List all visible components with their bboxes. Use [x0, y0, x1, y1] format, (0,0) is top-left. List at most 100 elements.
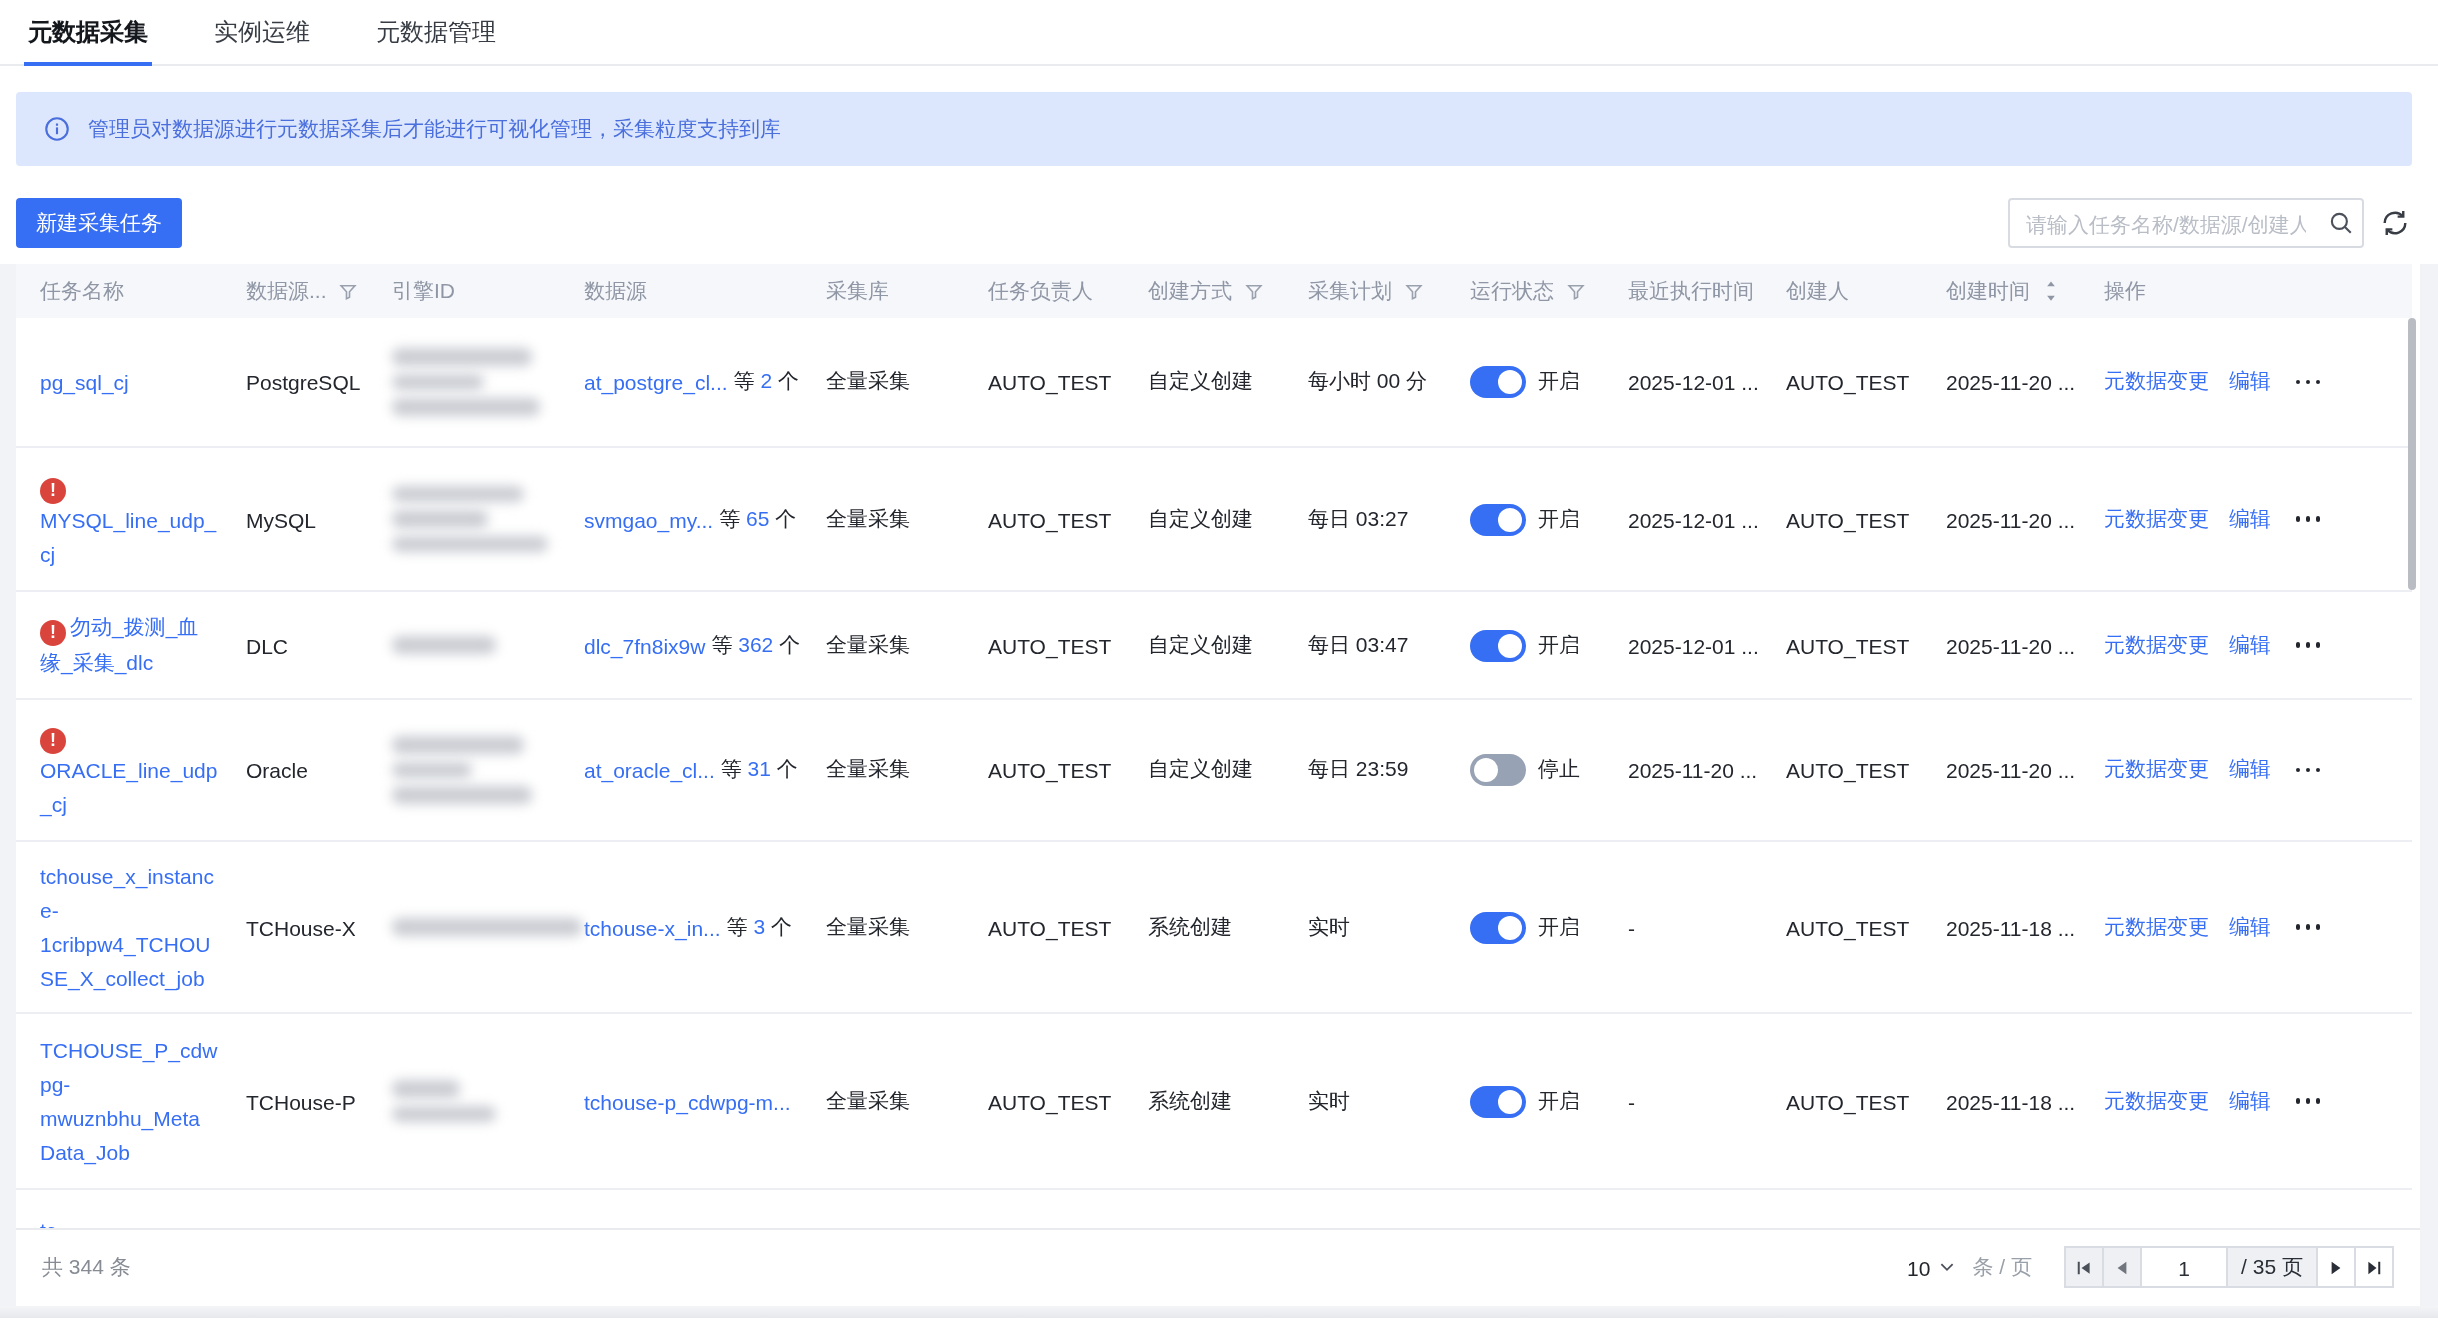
status-toggle[interactable] [1470, 503, 1526, 535]
first-page-button[interactable] [2064, 1246, 2104, 1288]
run-status-cell: 开启 [1446, 503, 1604, 535]
edit-link[interactable]: 编辑 [2229, 756, 2271, 784]
filter-icon[interactable] [339, 281, 359, 301]
column-label: 采集库 [826, 277, 889, 305]
actions-cell: 元数据变更编辑 [2080, 1087, 2396, 1115]
datasource-link[interactable]: svmgao_my... [584, 507, 713, 531]
metadata-change-link[interactable]: 元数据变更 [2104, 368, 2209, 396]
column-header: 创建人 [1762, 277, 1922, 305]
page-size-select[interactable]: 10 [1907, 1255, 1956, 1279]
filter-icon[interactable] [1566, 281, 1586, 301]
task-name-link[interactable]: tc... [40, 1214, 74, 1227]
task-owner-cell: AUTO_TEST [964, 370, 1124, 394]
status-label: 开启 [1538, 631, 1580, 659]
next-page-button[interactable] [2316, 1246, 2356, 1288]
status-label: 开启 [1538, 1087, 1580, 1115]
task-name-link[interactable]: !MYSQL_line_udp_ cj [40, 467, 222, 571]
last-page-button[interactable] [2354, 1246, 2394, 1288]
search-input[interactable] [2010, 211, 2318, 235]
filter-icon[interactable] [1244, 281, 1264, 301]
task-owner-cell: AUTO_TEST [964, 507, 1124, 531]
tab-1[interactable]: 元数据采集 [28, 0, 148, 64]
status-toggle[interactable] [1470, 1085, 1526, 1117]
last-run-cell: 2025-11-20 ... [1604, 758, 1762, 782]
metadata-change-link[interactable]: 元数据变更 [2104, 1087, 2209, 1115]
metadata-change-link[interactable]: 元数据变更 [2104, 913, 2209, 941]
column-header: 任务负责人 [964, 277, 1124, 305]
table-row: !ORACLE_line_udp _cjOracleat_oracle_cl..… [16, 700, 2412, 842]
table-header: 任务名称数据源...引擎ID数据源采集库任务负责人创建方式采集计划运行状态最近执… [16, 264, 2412, 318]
task-owner-cell: AUTO_TEST [964, 915, 1124, 939]
column-header: 数据源 [560, 277, 802, 305]
engine-id-redacted [392, 919, 582, 936]
more-actions-button[interactable] [2291, 639, 2324, 652]
datasource-cell: at_postgre_cl...等 2 个 [560, 368, 802, 396]
edit-link[interactable]: 编辑 [2229, 913, 2271, 941]
tab-3[interactable]: 元数据管理 [376, 0, 496, 64]
actions-cell: 元数据变更编辑 [2080, 631, 2396, 659]
datasource-count: 等 31 个 [721, 756, 798, 784]
column-header: 采集计划 [1284, 277, 1446, 305]
engine-id-cell [368, 911, 560, 944]
datasource-link[interactable]: tchouse-p_cdwpg-m... [584, 1089, 791, 1113]
metadata-change-link[interactable]: 元数据变更 [2104, 756, 2209, 784]
status-toggle[interactable] [1470, 911, 1526, 943]
task-name-link[interactable]: tchouse_x_instanc e- 1cribpw4_TCHOU SE_X… [40, 859, 222, 995]
tab-2[interactable]: 实例运维 [214, 0, 310, 64]
metadata-change-link[interactable]: 元数据变更 [2104, 505, 2209, 533]
edit-link[interactable]: 编辑 [2229, 368, 2271, 396]
create-mode-cell: 系统创建 [1124, 1087, 1284, 1115]
top-tabs: 元数据采集 实例运维 元数据管理 [0, 0, 2438, 66]
metadata-change-link[interactable]: 元数据变更 [2104, 631, 2209, 659]
datasource-count: 等 65 个 [719, 505, 796, 533]
alert-icon: ! [40, 620, 66, 646]
more-actions-button[interactable] [2291, 1095, 2324, 1108]
page-number: 1 [2178, 1255, 2190, 1279]
column-label: 数据源 [584, 277, 647, 305]
column-header: 引擎ID [368, 277, 560, 305]
engine-id-redacted [392, 637, 496, 654]
task-name-link[interactable]: !ORACLE_line_udp _cj [40, 718, 222, 822]
more-actions-button[interactable] [2291, 376, 2324, 389]
table-row-partial: tc... [16, 1190, 2412, 1227]
engine-id-redacted [392, 374, 484, 391]
engine-id-cell [368, 629, 560, 662]
task-name-link[interactable]: !勿动_拨测_血 缘_采集_dlc [40, 610, 222, 680]
status-toggle[interactable] [1470, 629, 1526, 661]
create-mode-cell: 自定义创建 [1124, 756, 1284, 784]
banner-text: 管理员对数据源进行元数据采集后才能进行可视化管理，采集粒度支持到库 [88, 115, 781, 143]
status-toggle[interactable] [1470, 754, 1526, 786]
page-input[interactable]: 1 [2140, 1246, 2228, 1288]
more-actions-button[interactable] [2291, 764, 2324, 777]
column-label: 最近执行时间 [1628, 277, 1754, 305]
creator-cell: AUTO_TEST [1762, 1089, 1922, 1113]
new-task-button[interactable]: 新建采集任务 [16, 198, 182, 248]
creator-cell: AUTO_TEST [1762, 633, 1922, 657]
filter-icon[interactable] [1404, 281, 1424, 301]
task-name-link[interactable]: TCHOUSE_P_cdw pg- mwuznbhu_Meta Data_Job [40, 1033, 222, 1169]
datasource-link[interactable]: at_oracle_cl... [584, 758, 715, 782]
prev-page-button[interactable] [2102, 1246, 2142, 1288]
sort-icon[interactable] [2042, 280, 2060, 302]
edit-link[interactable]: 编辑 [2229, 1087, 2271, 1115]
datasource-link[interactable]: tchouse-x_in... [584, 915, 721, 939]
more-actions-button[interactable] [2291, 921, 2324, 934]
chevron-down-icon [1938, 1258, 1956, 1276]
edit-link[interactable]: 编辑 [2229, 631, 2271, 659]
create-mode-cell: 系统创建 [1124, 913, 1284, 941]
task-name-link[interactable]: pg_sql_cj [40, 365, 222, 399]
datasource-link[interactable]: dlc_7fn8ix9w [584, 633, 705, 657]
actions-cell: 元数据变更编辑 [2080, 913, 2396, 941]
edit-link[interactable]: 编辑 [2229, 505, 2271, 533]
datasource-type-cell: TCHouse-X [222, 915, 368, 939]
info-icon [44, 116, 70, 142]
alert-icon: ! [40, 477, 66, 503]
refresh-icon[interactable] [2380, 207, 2412, 239]
more-actions-button[interactable] [2291, 513, 2324, 526]
datasource-link[interactable]: at_postgre_cl... [584, 370, 728, 394]
create-mode-cell: 自定义创建 [1124, 368, 1284, 396]
table-scrollbar[interactable] [2407, 318, 2415, 590]
collect-schedule-cell: 每日 23:59 [1284, 756, 1446, 784]
search-icon[interactable] [2318, 210, 2362, 236]
status-toggle[interactable] [1470, 366, 1526, 398]
